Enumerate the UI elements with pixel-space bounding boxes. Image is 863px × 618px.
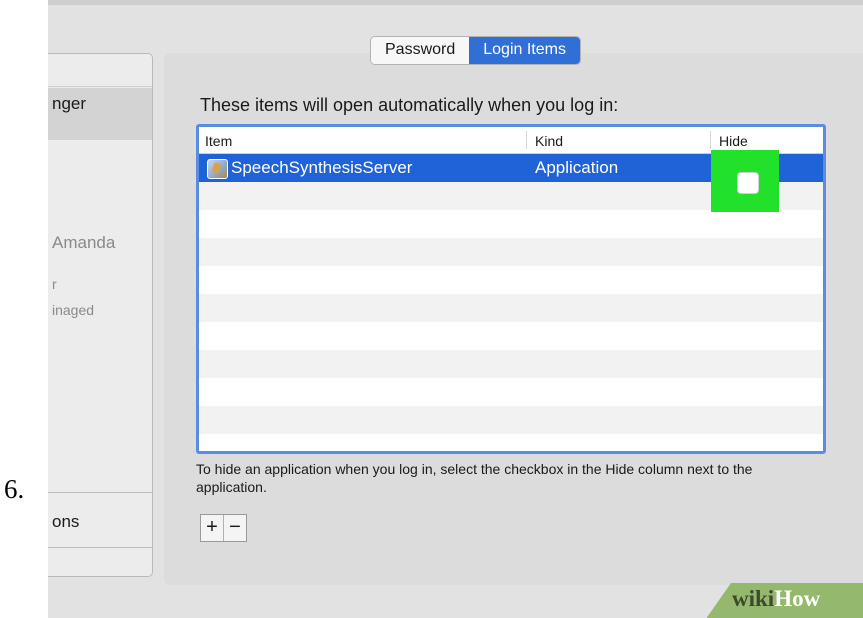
item-kind: Application	[535, 158, 619, 177]
sidebar-divider	[48, 492, 152, 493]
speech-app-icon	[207, 159, 228, 179]
empty-row	[199, 238, 823, 266]
sidebar-divider	[48, 86, 152, 87]
users-sidebar: nger Amanda r inaged ons	[48, 53, 153, 577]
add-remove-control: + −	[200, 514, 247, 542]
tab-password[interactable]: Password	[371, 37, 470, 64]
empty-row	[199, 378, 823, 406]
hide-checkbox[interactable]	[737, 172, 759, 194]
empty-row	[199, 350, 823, 378]
step-number: 6.	[4, 474, 25, 504]
sidebar-divider	[48, 547, 152, 548]
empty-row	[199, 322, 823, 350]
empty-row	[199, 406, 823, 434]
sidebar-item-sublabel: inaged	[52, 302, 95, 318]
column-divider	[526, 131, 527, 149]
watermark-part2: How	[774, 586, 821, 611]
sidebar-item-label[interactable]: r	[52, 276, 57, 292]
column-header-hide[interactable]: Hide	[719, 133, 748, 149]
column-header-kind[interactable]: Kind	[535, 133, 563, 149]
empty-row	[199, 210, 823, 238]
login-items-heading: These items will open automatically when…	[200, 95, 619, 115]
tab-bar: Password Login Items	[370, 36, 581, 65]
column-divider	[710, 131, 711, 149]
screenshot-window: nger Amanda r inaged ons Password Login …	[48, 0, 863, 618]
wikihow-watermark: wikiHow	[732, 586, 820, 612]
sidebar-item-label[interactable]: nger	[52, 94, 86, 114]
tab-login-items[interactable]: Login Items	[469, 37, 580, 64]
sidebar-item-label[interactable]: ons	[52, 512, 79, 532]
empty-row	[199, 266, 823, 294]
watermark-part1: wiki	[732, 586, 775, 611]
help-text: To hide an application when you log in, …	[196, 461, 753, 495]
remove-button[interactable]: −	[223, 515, 246, 541]
add-button[interactable]: +	[201, 515, 223, 541]
sidebar-item-label[interactable]: Amanda	[52, 233, 115, 253]
window-top-edge	[48, 0, 863, 5]
item-name: SpeechSynthesisServer	[231, 158, 413, 177]
column-header-item[interactable]: Item	[205, 133, 232, 149]
empty-row	[199, 294, 823, 322]
